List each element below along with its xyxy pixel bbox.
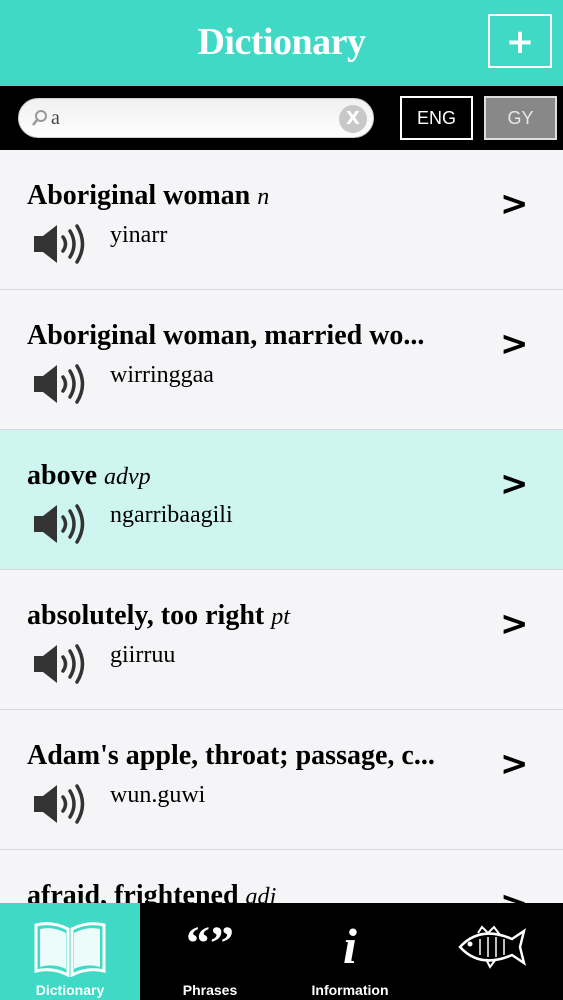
info-icon: i — [343, 918, 357, 974]
entry-translation: wun.guwi — [110, 782, 206, 808]
clear-search-button[interactable]: X — [339, 105, 367, 133]
entry-translation: wirringgaa — [110, 362, 214, 388]
tab-label: Phrases — [182, 982, 238, 998]
tab-label: Dictionary — [35, 982, 105, 998]
entry-headword: afraid, frightened adj — [27, 880, 482, 903]
gamilaraay-toggle-button[interactable]: GY — [484, 96, 557, 140]
chevron-right-icon: > — [500, 464, 529, 504]
entry-list: Aboriginal woman n yinarr > Aboriginal w… — [0, 150, 563, 903]
entry-headword: Aboriginal woman n — [27, 180, 270, 211]
tab-dictionary[interactable]: Dictionary — [0, 903, 140, 1000]
english-toggle-button[interactable]: ENG — [400, 96, 473, 140]
book-icon — [34, 922, 106, 977]
chevron-right-icon: > — [500, 744, 529, 784]
entry-headword: Adam's apple, throat; passage, c... — [27, 740, 435, 771]
part-of-speech: n — [257, 184, 270, 210]
speaker-icon[interactable] — [32, 783, 86, 825]
chevron-right-icon: > — [500, 324, 529, 364]
page-title: Dictionary — [197, 21, 366, 63]
speaker-icon[interactable] — [32, 363, 86, 405]
list-item[interactable]: absolutely, too right pt giirruu > — [0, 570, 563, 710]
list-item[interactable]: Aboriginal woman n yinarr > — [0, 150, 563, 290]
tab-fish[interactable] — [420, 903, 560, 1000]
list-item[interactable]: afraid, frightened adj > — [0, 850, 563, 903]
part-of-speech: pt — [271, 604, 290, 630]
part-of-speech: adj — [245, 884, 277, 903]
tab-bar: Dictionary “” Phrases i Information — [0, 903, 563, 1000]
entry-translation: yinarr — [110, 222, 168, 248]
nav-bar: Dictionary + — [0, 0, 563, 86]
chevron-right-icon: > — [500, 604, 529, 644]
fish-icon — [458, 925, 526, 969]
speaker-icon[interactable] — [32, 503, 86, 545]
search-icon — [32, 110, 47, 126]
tab-label: Information — [311, 982, 389, 998]
quotes-icon: “” — [186, 917, 234, 970]
entry-headword: above advp — [27, 460, 151, 491]
chevron-right-icon: > — [500, 884, 529, 903]
search-input[interactable]: a X — [18, 98, 374, 138]
speaker-icon[interactable] — [32, 223, 86, 265]
list-item[interactable]: Aboriginal woman, married wo... wirringg… — [0, 290, 563, 430]
tab-information[interactable]: i Information — [280, 903, 420, 1000]
entry-headword: absolutely, too right pt — [27, 600, 290, 631]
entry-translation: ngarribaagili — [110, 502, 233, 528]
entry-translation: giirruu — [110, 642, 176, 668]
search-bar: a X ENG GY — [0, 86, 563, 150]
list-item[interactable]: Adam's apple, throat; passage, c... wun.… — [0, 710, 563, 850]
part-of-speech: advp — [104, 464, 151, 490]
entry-headword: Aboriginal woman, married wo... — [27, 320, 425, 351]
speaker-icon[interactable] — [32, 643, 86, 685]
list-item[interactable]: above advp ngarribaagili > — [0, 430, 563, 570]
add-button[interactable]: + — [488, 14, 552, 68]
search-value: a — [51, 107, 60, 129]
chevron-right-icon: > — [500, 184, 529, 224]
tab-phrases[interactable]: “” Phrases — [140, 903, 280, 1000]
